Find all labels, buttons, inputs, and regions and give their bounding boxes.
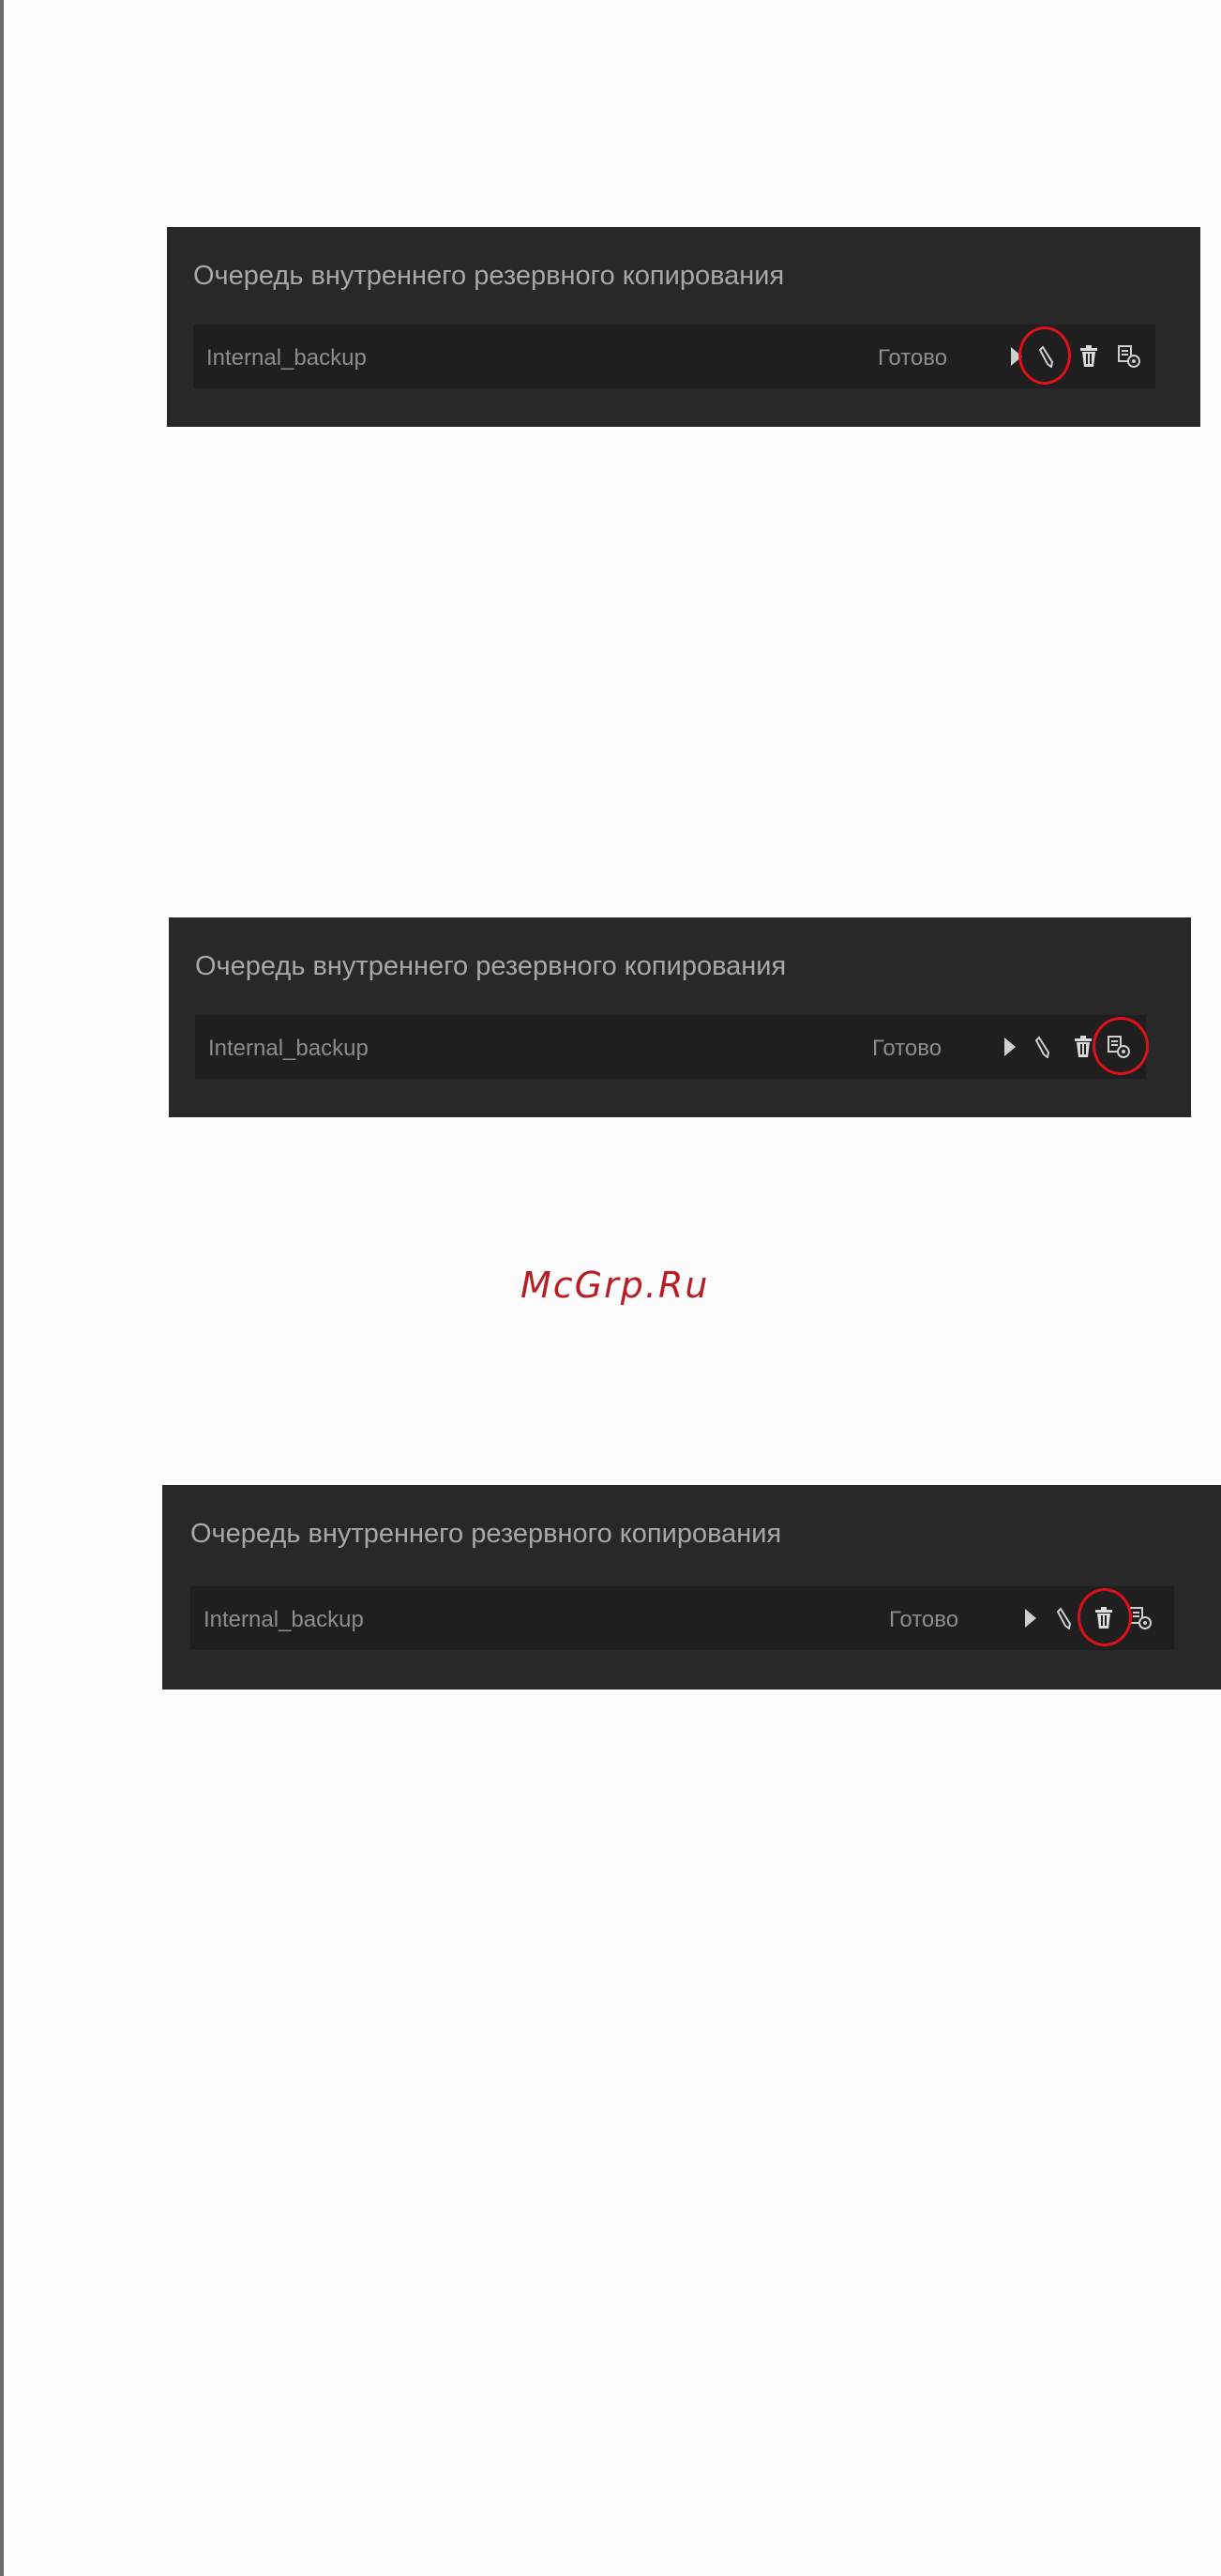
pencil-icon[interactable] xyxy=(1053,1605,1078,1631)
play-icon[interactable] xyxy=(1004,343,1029,370)
backup-queue-panel-3: Очередь внутреннего резервного копирован… xyxy=(162,1485,1221,1690)
job-status: Готово xyxy=(889,1607,959,1632)
play-icon[interactable] xyxy=(1018,1605,1043,1631)
job-name: Internal_backup xyxy=(208,1036,369,1061)
details-icon[interactable] xyxy=(1107,1034,1131,1060)
backup-job-row[interactable]: Internal_backup Готово xyxy=(193,325,1155,388)
pencil-icon[interactable] xyxy=(1032,1034,1056,1060)
trash-icon[interactable] xyxy=(1092,1605,1116,1631)
pencil-icon[interactable] xyxy=(1035,343,1060,370)
backup-queue-panel-1: Очередь внутреннего резервного копирован… xyxy=(167,227,1200,427)
page-left-border xyxy=(0,0,4,2576)
panel-title: Очередь внутреннего резервного копирован… xyxy=(195,951,787,981)
job-status: Готово xyxy=(878,345,948,371)
trash-icon[interactable] xyxy=(1077,343,1101,370)
backup-queue-panel-2: Очередь внутреннего резервного копирован… xyxy=(169,917,1191,1117)
job-status: Готово xyxy=(872,1036,942,1061)
backup-job-row[interactable]: Internal_backup Готово xyxy=(190,1586,1174,1650)
panel-title: Очередь внутреннего резервного копирован… xyxy=(193,261,785,291)
details-icon[interactable] xyxy=(1128,1605,1153,1631)
backup-job-row[interactable]: Internal_backup Готово xyxy=(195,1015,1149,1079)
job-name: Internal_backup xyxy=(204,1607,364,1632)
watermark: McGrp.Ru xyxy=(520,1265,710,1306)
panel-title: Очередь внутреннего резервного копирован… xyxy=(190,1519,782,1549)
play-icon[interactable] xyxy=(998,1034,1022,1060)
details-icon[interactable] xyxy=(1117,343,1141,370)
job-name: Internal_backup xyxy=(206,345,367,371)
trash-icon[interactable] xyxy=(1071,1034,1095,1060)
